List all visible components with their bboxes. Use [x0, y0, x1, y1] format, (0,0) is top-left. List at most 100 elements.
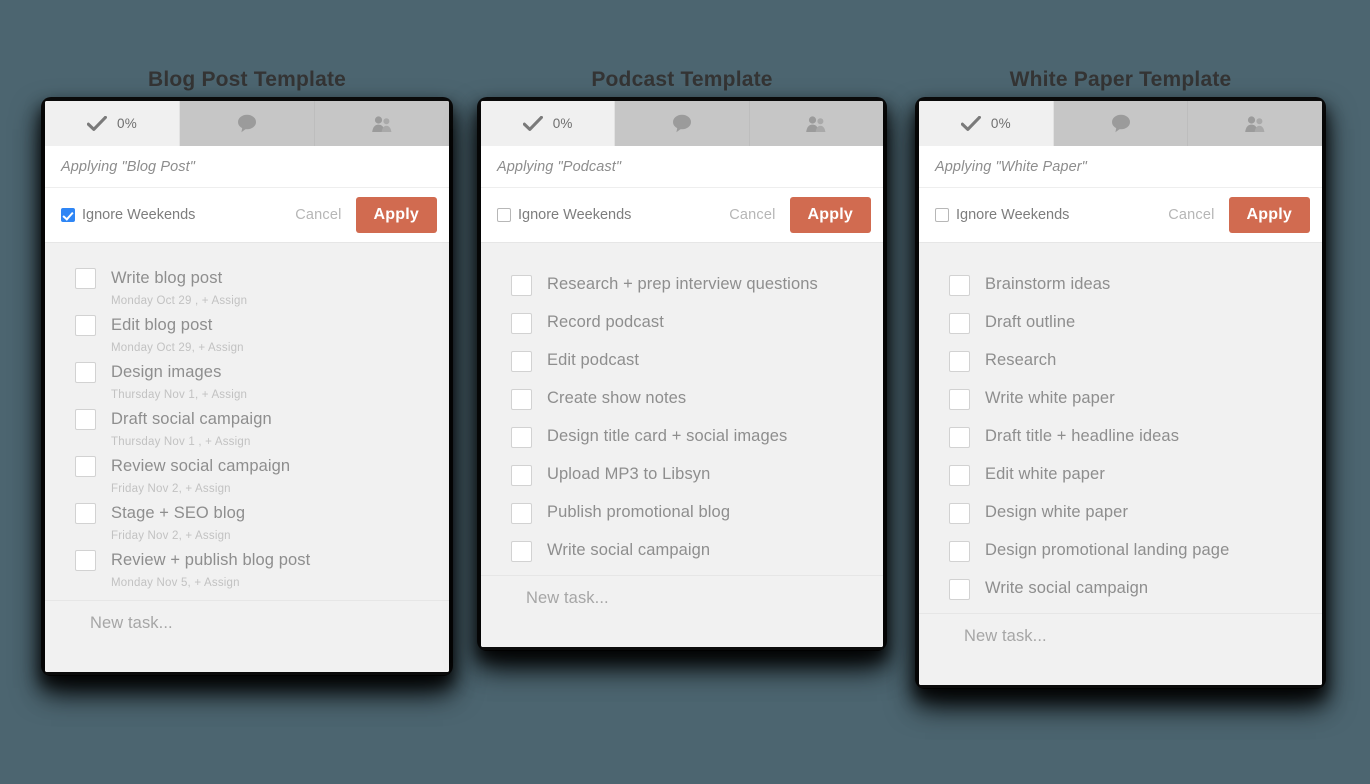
task-row[interactable]: Write white paper: [919, 379, 1322, 417]
tab-progress[interactable]: 0%: [919, 101, 1054, 146]
task-row[interactable]: Edit white paper: [919, 455, 1322, 493]
new-task-row[interactable]: New task...: [45, 600, 449, 646]
tab-comments[interactable]: [1053, 101, 1189, 146]
template-column-white-paper: White Paper Template 0% Applying "White …: [915, 0, 1326, 689]
task-row[interactable]: Create show notes: [481, 379, 883, 417]
task-body: Research + prep interview questions: [532, 271, 818, 297]
task-body: Create show notes: [532, 385, 686, 411]
task-checkbox[interactable]: [75, 550, 96, 571]
users-icon: [371, 115, 393, 133]
tab-progress[interactable]: 0%: [45, 101, 180, 146]
task-meta[interactable]: Monday Nov 5, + Assign: [111, 577, 240, 589]
task-body: Edit podcast: [532, 347, 639, 373]
task-checkbox[interactable]: [511, 389, 532, 410]
tab-people[interactable]: [315, 101, 449, 146]
cancel-button[interactable]: Cancel: [729, 207, 775, 223]
task-row[interactable]: Edit blog post Monday Oct 29, + Assign: [45, 312, 449, 359]
tab-progress[interactable]: 0%: [481, 101, 616, 146]
task-checkbox[interactable]: [949, 351, 970, 372]
task-body: Record podcast: [532, 309, 664, 335]
task-row[interactable]: Record podcast: [481, 303, 883, 341]
tab-people[interactable]: [749, 101, 883, 146]
apply-button[interactable]: Apply: [1228, 197, 1310, 233]
task-meta[interactable]: Thursday Nov 1, + Assign: [111, 389, 247, 401]
task-checkbox[interactable]: [949, 503, 970, 524]
task-row[interactable]: Draft title + headline ideas: [919, 417, 1322, 455]
task-row[interactable]: Review social campaign Friday Nov 2, + A…: [45, 453, 449, 500]
task-row[interactable]: Design title card + social images: [481, 417, 883, 455]
new-task-row[interactable]: New task...: [481, 575, 883, 621]
task-body: Edit blog post Monday Oct 29, + Assign: [96, 312, 244, 359]
applying-section: Applying "Podcast" Ignore Weekends Cance…: [481, 146, 883, 242]
task-row[interactable]: Brainstorm ideas: [919, 265, 1322, 303]
task-row[interactable]: Research: [919, 341, 1322, 379]
task-row[interactable]: Design images Thursday Nov 1, + Assign: [45, 359, 449, 406]
apply-buttons: Cancel Apply: [295, 197, 437, 233]
cancel-button[interactable]: Cancel: [1168, 207, 1214, 223]
task-checkbox[interactable]: [75, 362, 96, 383]
task-checkbox[interactable]: [949, 541, 970, 562]
ignore-weekends-toggle[interactable]: Ignore Weekends: [61, 207, 195, 223]
task-row[interactable]: Draft outline: [919, 303, 1322, 341]
ignore-weekends-toggle[interactable]: Ignore Weekends: [935, 207, 1069, 223]
task-checkbox[interactable]: [75, 315, 96, 336]
ignore-weekends-toggle[interactable]: Ignore Weekends: [497, 207, 631, 223]
task-meta[interactable]: Friday Nov 2, + Assign: [111, 483, 231, 495]
task-meta[interactable]: Thursday Nov 1 , + Assign: [111, 436, 251, 448]
task-row[interactable]: Edit podcast: [481, 341, 883, 379]
applying-label: Applying "Podcast": [497, 158, 622, 175]
task-meta[interactable]: Monday Oct 29, + Assign: [111, 342, 244, 354]
tab-people[interactable]: [1188, 101, 1322, 146]
task-checkbox[interactable]: [949, 465, 970, 486]
task-row[interactable]: Research + prep interview questions: [481, 265, 883, 303]
screenshot-stage: Blog Post Template 0% Applying "Blog Pos…: [0, 0, 1370, 784]
ignore-weekends-checkbox[interactable]: [935, 208, 949, 222]
task-row[interactable]: Design white paper: [919, 493, 1322, 531]
task-body: Write social campaign: [970, 575, 1148, 601]
cancel-button[interactable]: Cancel: [295, 207, 341, 223]
task-checkbox[interactable]: [75, 409, 96, 430]
task-row[interactable]: Design promotional landing page: [919, 531, 1322, 569]
task-meta[interactable]: Friday Nov 2, + Assign: [111, 530, 231, 542]
task-row[interactable]: Write blog post Monday Oct 29 , + Assign: [45, 265, 449, 312]
task-row[interactable]: Write social campaign: [481, 531, 883, 569]
task-checkbox[interactable]: [949, 313, 970, 334]
applying-label: Applying "White Paper": [935, 158, 1087, 175]
task-checkbox[interactable]: [511, 351, 532, 372]
task-checkbox[interactable]: [511, 465, 532, 486]
task-row[interactable]: Draft social campaign Thursday Nov 1 , +…: [45, 406, 449, 453]
task-row[interactable]: Write social campaign: [919, 569, 1322, 607]
task-meta[interactable]: Monday Oct 29 , + Assign: [111, 295, 247, 307]
task-body: Design promotional landing page: [970, 537, 1229, 563]
page-title: Blog Post Template: [147, 68, 347, 91]
task-row[interactable]: Stage + SEO blog Friday Nov 2, + Assign: [45, 500, 449, 547]
task-row[interactable]: Review + publish blog post Monday Nov 5,…: [45, 547, 449, 594]
ignore-weekends-checkbox[interactable]: [497, 208, 511, 222]
task-row[interactable]: Upload MP3 to Libsyn: [481, 455, 883, 493]
ignore-weekends-label: Ignore Weekends: [518, 207, 632, 223]
task-checkbox[interactable]: [511, 275, 532, 296]
apply-button[interactable]: Apply: [789, 197, 871, 233]
users-icon: [805, 115, 827, 133]
task-checkbox[interactable]: [949, 427, 970, 448]
task-checkbox[interactable]: [949, 275, 970, 296]
task-checkbox[interactable]: [75, 456, 96, 477]
task-checkbox[interactable]: [511, 313, 532, 334]
apply-button[interactable]: Apply: [355, 197, 437, 233]
task-checkbox[interactable]: [511, 427, 532, 448]
task-checkbox[interactable]: [75, 503, 96, 524]
new-task-row[interactable]: New task...: [919, 613, 1322, 659]
task-body: Upload MP3 to Libsyn: [532, 461, 710, 487]
task-checkbox[interactable]: [511, 541, 532, 562]
tab-comments[interactable]: [615, 101, 750, 146]
task-checkbox[interactable]: [949, 389, 970, 410]
task-list: Research + prep interview questions Reco…: [481, 242, 883, 647]
task-checkbox[interactable]: [511, 503, 532, 524]
task-row[interactable]: Publish promotional blog: [481, 493, 883, 531]
users-icon: [1244, 115, 1266, 133]
task-checkbox[interactable]: [949, 579, 970, 600]
ignore-weekends-checkbox[interactable]: [61, 208, 75, 222]
comment-bubble-icon: [672, 114, 692, 133]
tab-comments[interactable]: [180, 101, 315, 146]
task-checkbox[interactable]: [75, 268, 96, 289]
